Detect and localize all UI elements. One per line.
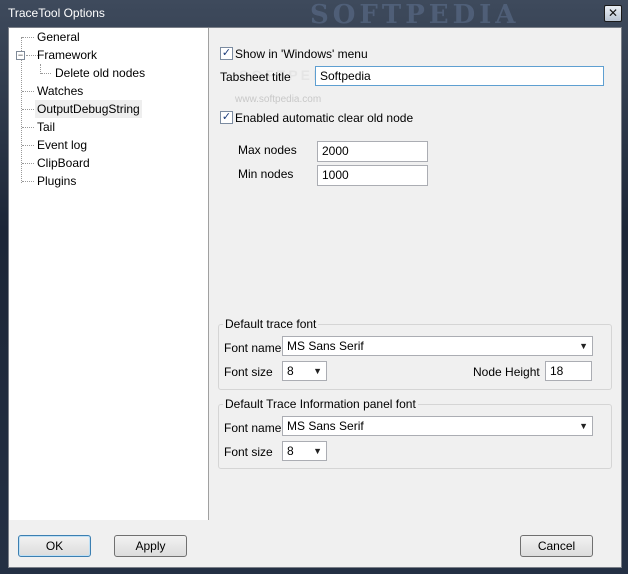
dialog-client: − General Framework Delete old nodes Wat… (8, 27, 622, 568)
tree-item-watches[interactable]: Watches (37, 82, 83, 100)
trace-font-name-select[interactable]: MS Sans Serif ▼ (282, 336, 593, 356)
tree-item-tail[interactable]: Tail (37, 118, 55, 136)
trace-font-name-value: MS Sans Serif (287, 339, 364, 353)
tabsheet-title-label: Tabsheet title (220, 70, 291, 84)
tree-item-clipboard[interactable]: ClipBoard (37, 154, 90, 172)
tabsheet-title-input[interactable]: Softpedia (315, 66, 604, 86)
auto-clear-label: Enabled automatic clear old node (235, 111, 414, 125)
show-in-windows-menu-checkbox[interactable]: ✓ (220, 47, 233, 60)
trace-font-name-label: Font name (224, 341, 282, 355)
tree-line (22, 109, 34, 110)
dropdown-arrow-icon: ▼ (579, 421, 588, 431)
apply-button[interactable]: Apply (114, 535, 187, 557)
node-height-input[interactable]: 18 (545, 361, 592, 381)
trace-font-size-value: 8 (287, 364, 294, 378)
dropdown-arrow-icon: ▼ (313, 366, 322, 376)
tree-line (22, 37, 34, 38)
info-font-group-title: Default Trace Information panel font (223, 397, 418, 411)
ok-button[interactable]: OK (18, 535, 91, 557)
tree-line (22, 163, 34, 164)
node-height-label: Node Height (473, 365, 540, 379)
tree-line (41, 73, 51, 74)
info-font-name-select[interactable]: MS Sans Serif ▼ (282, 416, 593, 436)
tree-item-outputdebugstring[interactable]: OutputDebugString (35, 100, 142, 118)
min-nodes-input[interactable]: 1000 (317, 165, 428, 186)
info-font-size-label: Font size (224, 445, 273, 459)
title-bar[interactable]: TraceTool Options SOFTPEDIA ✕ (0, 0, 628, 30)
tree-item-event-log[interactable]: Event log (37, 136, 87, 154)
dropdown-arrow-icon: ▼ (579, 341, 588, 351)
collapse-icon[interactable]: − (16, 51, 25, 60)
tree-item-general[interactable]: General (37, 28, 80, 46)
info-font-size-select[interactable]: 8 ▼ (282, 441, 327, 461)
info-font-group (218, 404, 612, 469)
tree-line (22, 145, 34, 146)
dropdown-arrow-icon: ▼ (313, 446, 322, 456)
auto-clear-checkbox[interactable]: ✓ (220, 111, 233, 124)
options-window: TraceTool Options SOFTPEDIA ✕ − General … (0, 0, 628, 574)
trace-font-group-title: Default trace font (223, 317, 319, 331)
show-in-windows-menu-label: Show in 'Windows' menu (235, 47, 368, 61)
tree-item-delete-old-nodes[interactable]: Delete old nodes (55, 64, 145, 82)
close-button[interactable]: ✕ (604, 5, 622, 22)
tree-line (22, 91, 34, 92)
cancel-button[interactable]: Cancel (520, 535, 593, 557)
trace-font-size-select[interactable]: 8 ▼ (282, 361, 327, 381)
watermark-url: www.softpedia.com (235, 94, 322, 105)
options-panel: SOFTPEDIA www.softpedia.com ✓ Show in 'W… (209, 28, 621, 520)
max-nodes-input[interactable]: 2000 (317, 141, 428, 162)
tree-line (22, 181, 34, 182)
info-font-size-value: 8 (287, 444, 294, 458)
info-font-name-label: Font name (224, 421, 282, 435)
info-font-name-value: MS Sans Serif (287, 419, 364, 433)
trace-font-size-label: Font size (224, 365, 273, 379)
window-title: TraceTool Options (8, 6, 105, 20)
tree-line (22, 127, 34, 128)
min-nodes-label: Min nodes (238, 167, 294, 181)
watermark-logo: SOFTPEDIA (310, 0, 520, 30)
max-nodes-label: Max nodes (238, 143, 297, 157)
tree-item-framework[interactable]: Framework (37, 46, 97, 64)
options-tree[interactable]: − General Framework Delete old nodes Wat… (9, 28, 209, 520)
tree-item-plugins[interactable]: Plugins (37, 172, 76, 190)
